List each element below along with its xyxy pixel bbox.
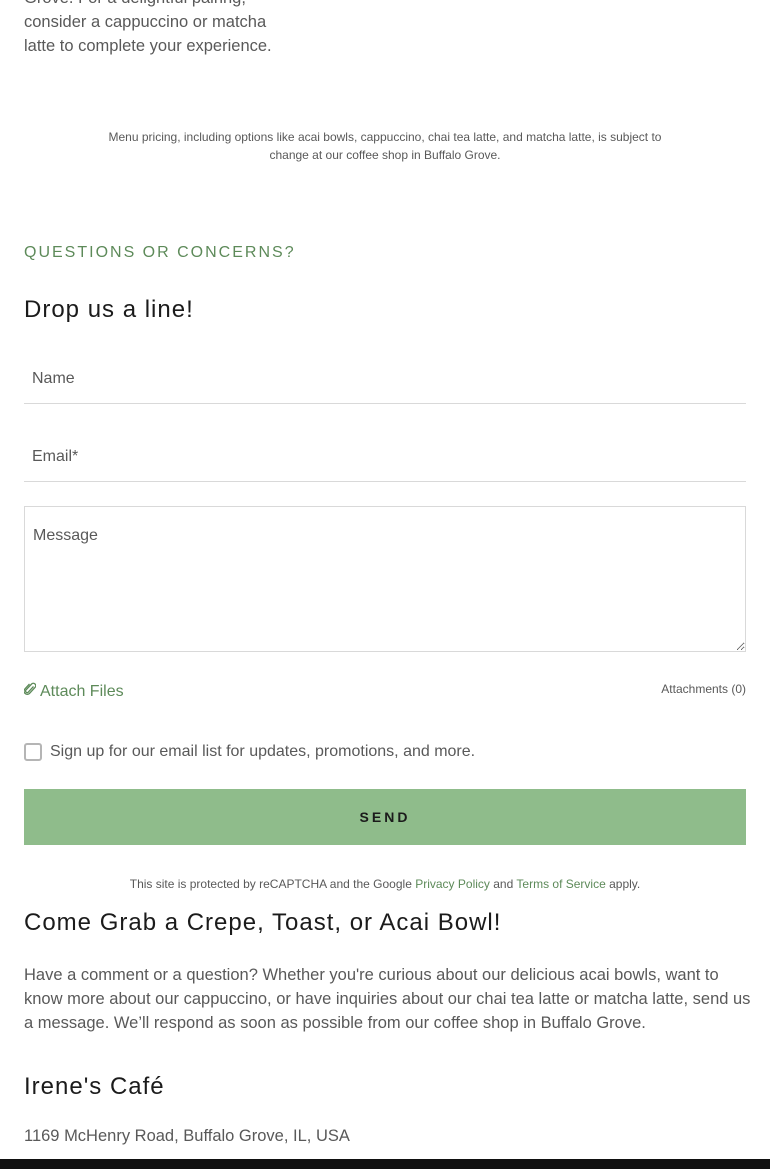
attach-files-button[interactable]: Attach Files [23, 682, 124, 701]
info-paragraph: Have a comment or a question? Whether yo… [24, 966, 751, 1032]
email-field[interactable] [24, 432, 746, 482]
intro-paragraph: Grove. For a delightful pairing, conside… [24, 0, 272, 55]
privacy-policy-link[interactable]: Privacy Policy [415, 877, 490, 891]
business-name: Irene's Café [24, 1073, 165, 1100]
name-field[interactable] [24, 354, 746, 404]
recaptcha-notice: This site is protected by reCAPTCHA and … [0, 877, 770, 891]
message-field[interactable] [24, 506, 746, 652]
info-heading: Come Grab a Crepe, Toast, or Acai Bowl! [24, 909, 502, 936]
recaptcha-suffix: apply. [609, 877, 641, 891]
terms-of-service-link[interactable]: Terms of Service [516, 877, 605, 891]
paperclip-icon [23, 682, 37, 701]
email-signup-row[interactable]: Sign up for our email list for updates, … [24, 743, 475, 761]
signup-checkbox[interactable] [24, 743, 42, 761]
form-eyebrow: QUESTIONS OR CONCERNS? [24, 244, 296, 261]
signup-label: Sign up for our email list for updates, … [50, 743, 476, 760]
footer-bar [0, 1159, 770, 1169]
recaptcha-and: and [493, 877, 514, 891]
send-button[interactable]: SEND [24, 789, 746, 845]
form-heading: Drop us a line! [24, 296, 194, 323]
attachments-count: Attachments (0) [661, 682, 746, 696]
attach-files-label: Attach Files [40, 682, 124, 700]
business-address: 1169 McHenry Road, Buffalo Grove, IL, US… [24, 1127, 350, 1145]
recaptcha-prefix: This site is protected by reCAPTCHA and … [129, 877, 412, 891]
pricing-note: Menu pricing, including options like aca… [108, 130, 662, 162]
